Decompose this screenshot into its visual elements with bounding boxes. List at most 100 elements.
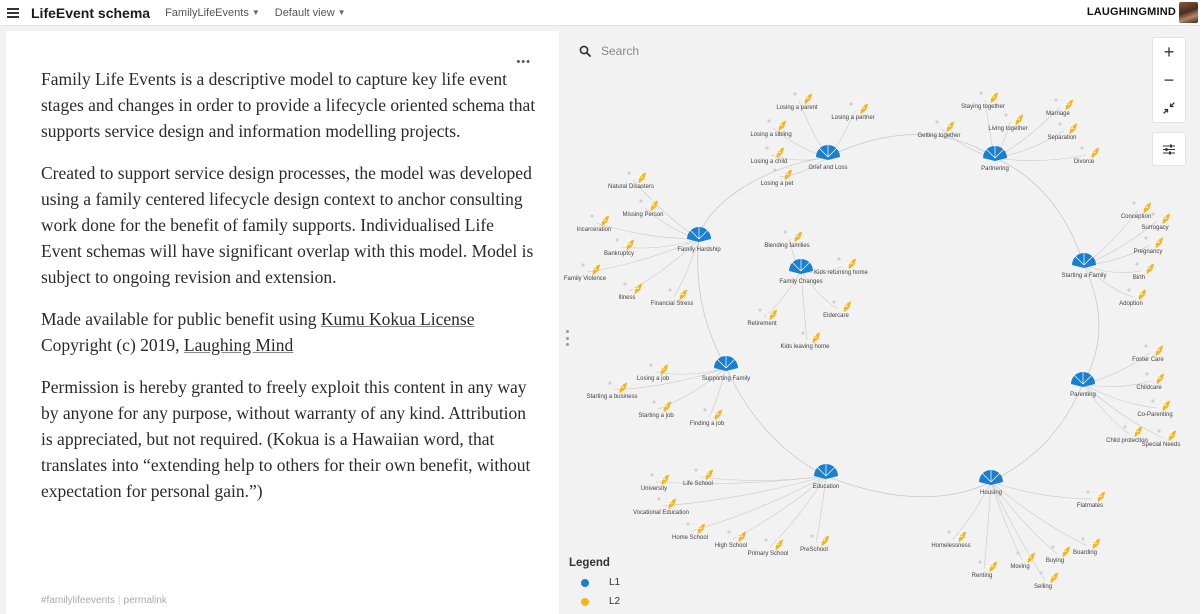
l2-node-renting[interactable] [985, 558, 999, 573]
l2-node-pregnancy[interactable] [1151, 234, 1165, 249]
l2-node-living-together[interactable] [1011, 111, 1025, 126]
l2-node-university[interactable] [657, 471, 671, 486]
l2-node-losing-a-partner[interactable] [856, 100, 870, 115]
l1-node-grief-and-loss[interactable] [816, 145, 840, 160]
l2-node-eldercare[interactable] [839, 298, 853, 313]
legend-l2-label: L2 [609, 596, 621, 607]
l2-node-special-needs[interactable] [1164, 427, 1178, 442]
project-selector[interactable]: FamilyLifeEvents ▼ [165, 7, 260, 19]
l2-node-starting-a-business[interactable] [615, 379, 629, 394]
l2-node-divorce[interactable] [1087, 144, 1101, 159]
anchor-dot [1054, 98, 1058, 102]
view-selector[interactable]: Default view ▼ [275, 7, 346, 19]
l2-node-illness[interactable] [630, 280, 644, 295]
l2-node-separation[interactable] [1065, 120, 1079, 135]
more-options-icon[interactable]: ••• [516, 57, 531, 68]
map-canvas[interactable]: Losing a parent Losing a partner Losing a … [559, 27, 1200, 614]
l1-node-family-changes[interactable] [789, 259, 813, 274]
l2-node-birth[interactable] [1142, 260, 1156, 275]
permalink[interactable]: permalink [124, 595, 167, 606]
l2-node-vocational-education[interactable] [664, 495, 678, 510]
l2-node-child-protection[interactable] [1130, 423, 1144, 438]
anchor-dot [1004, 113, 1008, 117]
l2-label-eldercare: Eldercare [823, 313, 849, 319]
l1-node-partnering[interactable] [983, 146, 1007, 161]
l2-node-adoption[interactable] [1134, 286, 1148, 301]
edge-life-school [699, 475, 827, 481]
l2-node-kids-leaving-home[interactable] [808, 329, 822, 344]
author-link[interactable]: Laughing Mind [184, 335, 293, 355]
l2-node-conception[interactable] [1139, 199, 1153, 214]
anchor-dot [1144, 236, 1148, 240]
systems-map[interactable]: Losing a parent Losing a partner Losing a … [559, 27, 1200, 614]
l2-node-losing-a-job[interactable] [656, 361, 670, 376]
l2-node-childcare[interactable] [1152, 370, 1166, 385]
l2-node-home-school[interactable] [693, 520, 707, 535]
l2-node-life-school[interactable] [701, 466, 715, 481]
l2-node-losing-a-parent[interactable] [800, 90, 814, 105]
l2-node-moving[interactable] [1023, 549, 1037, 564]
l2-node-natural-disasters[interactable] [634, 169, 648, 184]
license-link[interactable]: Kumu Kokua License [321, 309, 475, 329]
l2-label-starting-a-business: Starting a business [586, 394, 637, 400]
l2-node-missing-person[interactable] [646, 197, 660, 212]
anchor-dot [657, 497, 661, 501]
l1-node-starting-a-family[interactable] [1072, 253, 1096, 268]
l2-node-family-violence[interactable] [588, 261, 602, 276]
l2-node-buying[interactable] [1058, 543, 1072, 558]
l2-node-preschool[interactable] [817, 532, 831, 547]
l2-node-finding-a-job[interactable] [710, 406, 724, 421]
l2-node-selling[interactable] [1046, 569, 1060, 584]
menu-icon[interactable] [7, 7, 19, 18]
avatar[interactable] [1179, 2, 1198, 23]
l2-node-starting-a-job[interactable] [659, 398, 673, 413]
anchor-dot [1086, 490, 1090, 494]
l2-node-foster-care[interactable] [1151, 342, 1165, 357]
l1-label-grief-and-loss: Grief and Loss [808, 165, 847, 171]
l1-label-supporting-family: Supporting Family [702, 376, 750, 382]
l2-node-blending-families[interactable] [790, 228, 804, 243]
l2-node-flatmates[interactable] [1093, 488, 1107, 503]
l2-node-high-school[interactable] [734, 528, 748, 543]
description-text: Family Life Events is a descriptive mode… [41, 66, 536, 520]
l2-label-missing-person: Missing Person [622, 212, 663, 218]
l2-node-financial-stress[interactable] [675, 286, 689, 301]
zoom-in-button[interactable]: + [1153, 38, 1185, 66]
l2-label-illness: Illness [618, 295, 635, 301]
l2-node-boarding[interactable] [1088, 535, 1102, 550]
l2-node-marriage[interactable] [1061, 96, 1075, 111]
map-search[interactable] [579, 44, 751, 58]
l1-node-housing[interactable] [979, 470, 1003, 485]
chevron-down-icon: ▼ [337, 8, 346, 17]
l2-node-staying-together[interactable] [986, 89, 1000, 104]
edge-birth [1083, 264, 1142, 273]
map-settings-button[interactable] [1152, 132, 1186, 166]
l2-node-bankruptcy[interactable] [622, 236, 636, 251]
anchor-dot [686, 522, 690, 526]
anchor-dot [978, 560, 982, 564]
l2-node-co-parenting[interactable] [1158, 397, 1172, 412]
l1-node-education[interactable] [814, 464, 838, 479]
search-input[interactable] [601, 44, 751, 58]
l2-node-retirement[interactable] [765, 306, 779, 321]
anchor-dot [979, 91, 983, 95]
l2-node-getting-together[interactable] [942, 118, 956, 133]
anchor-dot [1151, 212, 1155, 216]
l2-node-kids-returning-home[interactable] [844, 255, 858, 270]
l1-node-supporting-family[interactable] [714, 356, 738, 371]
l2-label-life-school: Life School [683, 481, 713, 487]
tag-link[interactable]: #familylifeevents [41, 595, 115, 606]
fit-to-screen-button[interactable] [1153, 94, 1185, 122]
anchor-dot [1157, 429, 1161, 433]
l2-label-renting: Renting [972, 573, 993, 579]
l1-node-parenting[interactable] [1071, 372, 1095, 387]
l2-label-divorce: Divorce [1074, 159, 1095, 165]
l1-node-family-hardship[interactable] [687, 227, 711, 242]
sliders-icon [1163, 144, 1175, 154]
username[interactable]: LAUGHINGMIND [1087, 6, 1176, 18]
l2-label-living-together: Living together [988, 126, 1027, 132]
zoom-out-button[interactable]: − [1153, 66, 1185, 94]
l2-node-surrogacy[interactable] [1158, 210, 1172, 225]
l2-label-losing-a-pet: Losing a pet [761, 181, 794, 187]
anchor-dot [837, 257, 841, 261]
